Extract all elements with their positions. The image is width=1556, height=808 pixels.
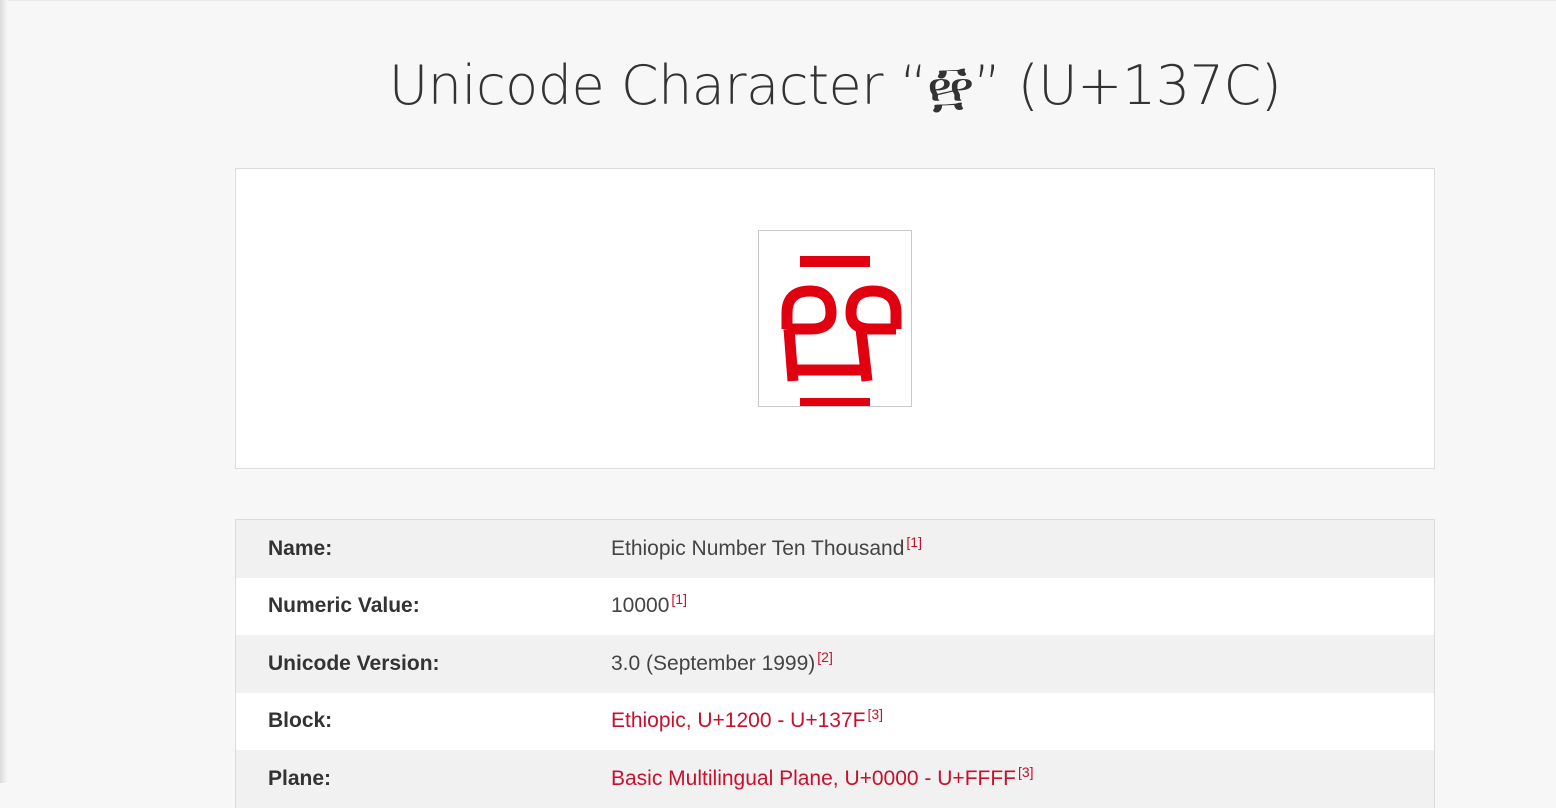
block-link[interactable]: Ethiopic, U+1200 - U+137F bbox=[611, 709, 865, 732]
property-label: Plane: bbox=[268, 766, 332, 790]
page-title: Unicode Character “፼” (U+137C) bbox=[388, 54, 1282, 117]
property-value: Ethiopic Number Ten Thousand [1] bbox=[611, 534, 922, 561]
plane-link[interactable]: Basic Multilingual Plane, U+0000 - U+FFF… bbox=[611, 767, 1016, 790]
reference-link[interactable]: [1] bbox=[906, 534, 922, 550]
glyph-image bbox=[758, 230, 912, 407]
property-value: Ethiopic, U+1200 - U+137F [3] bbox=[611, 706, 883, 733]
property-row-unicode-version: Unicode Version: 3.0 (September 1999) [2] bbox=[236, 635, 1434, 693]
property-value-text: Ethiopic Number Ten Thousand bbox=[611, 536, 905, 560]
reference-link[interactable]: [3] bbox=[867, 706, 883, 722]
property-value: 10000 [1] bbox=[611, 591, 687, 618]
property-value-text: 10000 bbox=[611, 594, 670, 618]
property-row-name: Name: Ethiopic Number Ten Thousand [1] bbox=[236, 520, 1434, 578]
property-label: Name: bbox=[268, 536, 333, 560]
reference-link[interactable]: [2] bbox=[817, 649, 833, 665]
property-label: Block: bbox=[268, 709, 333, 733]
property-label: Unicode Version: bbox=[268, 651, 440, 675]
character-properties-table: Name: Ethiopic Number Ten Thousand [1] Nu… bbox=[235, 519, 1435, 808]
property-value: Basic Multilingual Plane, U+0000 - U+FFF… bbox=[611, 764, 1034, 791]
property-value-text: 3.0 (September 1999) bbox=[611, 651, 816, 675]
property-value: 3.0 (September 1999) [2] bbox=[611, 649, 833, 676]
property-row-numeric-value: Numeric Value: 10000 [1] bbox=[236, 577, 1434, 635]
ethiopic-ten-thousand-glyph-icon bbox=[781, 256, 902, 406]
property-label: Numeric Value: bbox=[268, 594, 420, 618]
top-divider bbox=[8, 0, 1556, 1]
reference-link[interactable]: [3] bbox=[1018, 764, 1034, 780]
property-row-plane: Plane: Basic Multilingual Plane, U+0000 … bbox=[236, 750, 1434, 808]
glyph-preview-card bbox=[235, 168, 1435, 469]
window-left-edge bbox=[0, 0, 8, 783]
property-row-block: Block: Ethiopic, U+1200 - U+137F [3] bbox=[236, 692, 1434, 750]
reference-link[interactable]: [1] bbox=[671, 591, 687, 607]
